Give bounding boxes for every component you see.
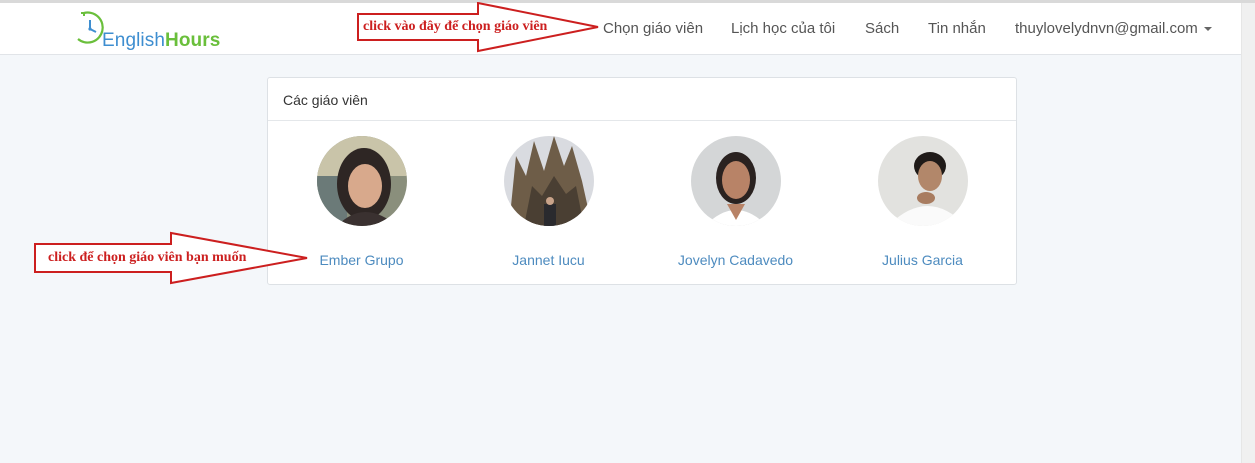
teacher-card-jovelyn-cadavedo[interactable]: Jovelyn Cadavedo [642,136,829,268]
teacher-card-jannet-iucu[interactable]: Jannet Iucu [455,136,642,268]
teacher-avatar[interactable] [503,136,594,226]
logo-text-english: English [102,30,166,51]
vertical-scrollbar[interactable] [1241,3,1255,463]
caret-down-icon [1203,27,1212,32]
annotation-left-text: click để chọn giáo viên bạn muốn [48,250,247,265]
teachers-panel: Các giáo viên Ember Grupo Jannet Iucu Jo… [267,77,1017,285]
nav-books[interactable]: Sách [865,20,899,37]
top-navbar: EnglishHours Chọn giáo viên Lịch học của… [0,3,1255,55]
teacher-name-link[interactable]: Julius Garcia [829,252,1016,268]
account-email: thuylovelydnvn@gmail.com [1015,20,1198,37]
nav-choose-teacher[interactable]: Chọn giáo viên [603,20,703,37]
panel-title: Các giáo viên [268,78,1016,121]
teacher-name-link[interactable]: Jannet Iucu [455,252,642,268]
logo-text: EnglishHours [102,30,220,52]
logo[interactable]: EnglishHours [74,9,244,53]
teacher-name-link[interactable]: Jovelyn Cadavedo [642,252,829,268]
nav-my-schedule[interactable]: Lịch học của tôi [731,20,835,37]
annotation-top-text: click vào đây để chọn giáo viên [363,19,548,34]
teacher-card-julius-garcia[interactable]: Julius Garcia [829,136,1016,268]
nav-messages[interactable]: Tin nhắn [928,20,986,37]
teacher-avatar[interactable] [316,136,407,226]
logo-text-hours: Hours [165,30,221,51]
teacher-avatar[interactable] [690,136,781,226]
teacher-avatar[interactable] [877,136,968,226]
account-dropdown[interactable]: thuylovelydnvn@gmail.com [1015,20,1212,37]
